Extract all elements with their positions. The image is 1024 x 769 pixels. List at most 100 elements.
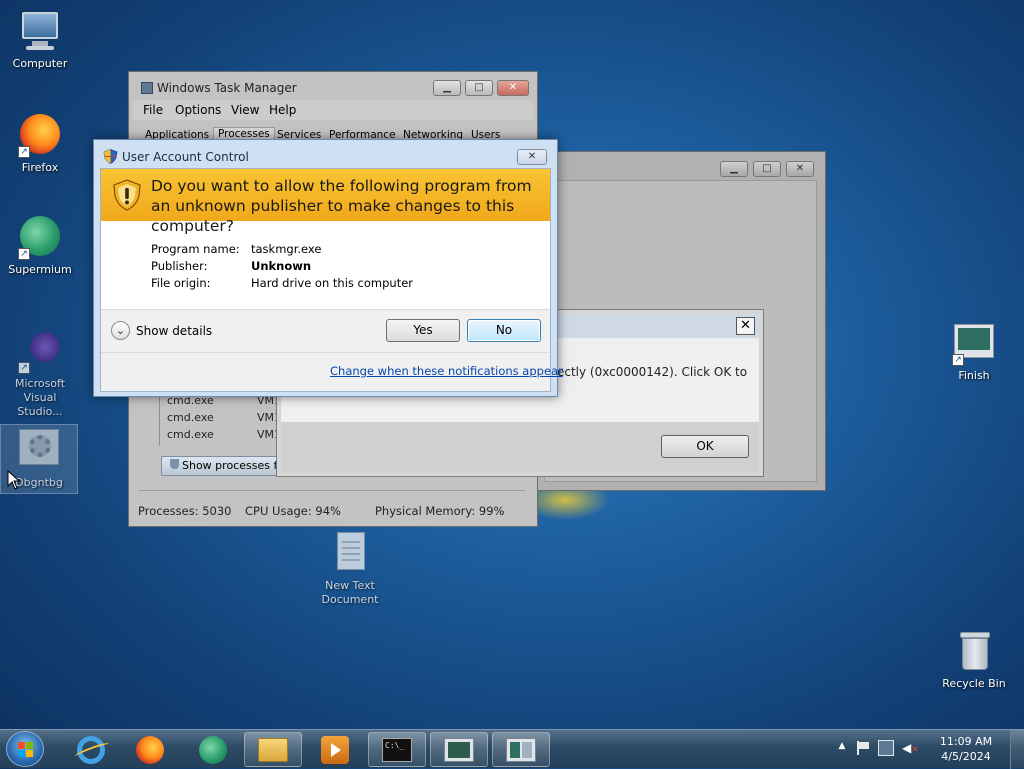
- action-center-flag-icon[interactable]: [856, 741, 870, 755]
- maximize-button[interactable]: □: [465, 80, 493, 96]
- warning-shield-icon: [112, 179, 142, 211]
- show-details-toggle[interactable]: ⌄ Show details: [111, 321, 221, 341]
- menu-view[interactable]: View: [231, 103, 259, 117]
- menu-help[interactable]: Help: [269, 103, 296, 117]
- uac-question: Do you want to allow the following progr…: [151, 177, 532, 235]
- desktop-icon-visual-studio[interactable]: ↗ Microsoft Visual Studio...: [0, 330, 80, 419]
- uac-footer: ⌄ Show details Yes No Change when these …: [101, 309, 563, 391]
- show-desktop-button[interactable]: [1010, 730, 1024, 769]
- minimize-button[interactable]: ▁: [720, 161, 748, 177]
- yes-button[interactable]: Yes: [386, 319, 460, 342]
- taskbar-command-prompt[interactable]: C:\_: [368, 732, 426, 767]
- show-details-label: Show details: [136, 324, 213, 338]
- menu-bar: File Options View Help: [133, 100, 533, 120]
- uac-content: Do you want to allow the following progr…: [100, 168, 563, 392]
- volume-muted-icon[interactable]: ◀✕: [902, 741, 919, 755]
- recycle-bin-icon: [952, 630, 996, 674]
- close-button[interactable]: ✕: [786, 161, 814, 177]
- windows-logo-icon: [18, 742, 34, 757]
- status-bar: Processes: 5030 CPU Usage: 94% Physical …: [129, 500, 537, 526]
- no-button[interactable]: No: [467, 319, 541, 342]
- system-tray: ▲ ◀✕ 11:09 AM 4/5/2024: [834, 730, 1024, 769]
- clock[interactable]: 11:09 AM 4/5/2024: [934, 734, 998, 764]
- mouse-cursor: [7, 469, 21, 490]
- desktop-icon-label: Recycle Bin: [942, 677, 1006, 690]
- menu-options[interactable]: Options: [175, 103, 221, 117]
- supermium-icon: [199, 735, 227, 764]
- shortcut-arrow-icon: ↗: [952, 354, 964, 366]
- taskbar-internet-explorer[interactable]: [62, 732, 120, 767]
- window-title: Windows Task Manager: [157, 81, 297, 95]
- list-border: [159, 392, 160, 446]
- process-image-name: cmd.exe: [167, 411, 214, 424]
- visual-studio-icon: ↗: [18, 330, 62, 374]
- uac-warning-banner: Do you want to allow the following progr…: [101, 169, 550, 235]
- folder-icon: [258, 737, 288, 762]
- taskbar-firefox[interactable]: [121, 732, 179, 767]
- uac-title: User Account Control: [122, 150, 249, 164]
- field-label-file-origin: File origin:: [151, 276, 211, 290]
- finish-icon: [506, 737, 536, 762]
- taskbar-media-player[interactable]: [306, 732, 364, 767]
- show-processes-button[interactable]: Show processes fro: [161, 456, 279, 476]
- close-button[interactable]: ✕: [497, 80, 529, 96]
- task-manager-icon: [444, 737, 474, 762]
- shield-icon: [170, 459, 179, 469]
- minimize-button[interactable]: ▁: [433, 80, 461, 96]
- menu-file[interactable]: File: [143, 103, 163, 117]
- internet-explorer-icon: [74, 735, 110, 764]
- desktop-icon-label: Finish: [958, 369, 990, 382]
- start-button[interactable]: [6, 731, 44, 767]
- desktop-icon-label: Microsoft Visual Studio...: [14, 377, 66, 418]
- desktop-icon-new-text-document[interactable]: New Text Document: [310, 532, 390, 607]
- computer-icon: [18, 10, 62, 54]
- supermium-icon: ↗: [18, 216, 62, 260]
- field-label-publisher: Publisher:: [151, 259, 208, 273]
- desktop-icon-supermium[interactable]: ↗ Supermium: [0, 216, 80, 277]
- uac-shield-icon: [103, 149, 118, 164]
- desktop-icon-firefox[interactable]: ↗ Firefox: [0, 114, 80, 175]
- desktop-icon-label: Firefox: [21, 161, 59, 174]
- chevron-down-icon: ⌄: [111, 321, 130, 340]
- firefox-icon: [136, 735, 164, 764]
- show-processes-label: Show processes fro: [182, 459, 279, 472]
- text-document-icon: [328, 532, 372, 576]
- desktop-icon-label: New Text Document: [321, 579, 379, 606]
- process-image-name: cmd.exe: [167, 428, 214, 441]
- taskbar-finish[interactable]: [492, 732, 550, 767]
- groupbox-line: [139, 490, 525, 491]
- firefox-icon: ↗: [18, 114, 62, 158]
- desktop-icon-recycle-bin[interactable]: Recycle Bin: [934, 630, 1014, 691]
- status-memory: Physical Memory: 99%: [375, 504, 505, 518]
- desktop-icon-finish[interactable]: ↗ Finish: [934, 322, 1014, 383]
- process-list: cmd.exe VM1 cmd.exe VM1 cmd.exe VM1: [159, 394, 289, 448]
- field-label-program-name: Program name:: [151, 242, 240, 256]
- gear-icon: [17, 429, 61, 473]
- shortcut-arrow-icon: ↗: [18, 248, 30, 260]
- field-value-program-name: taskmgr.exe: [251, 242, 322, 256]
- clock-date: 4/5/2024: [941, 750, 991, 763]
- network-icon[interactable]: [878, 740, 894, 756]
- taskbar-file-explorer[interactable]: [244, 732, 302, 767]
- taskbar-supermium[interactable]: [184, 732, 242, 767]
- show-hidden-icons-button[interactable]: ▲: [836, 741, 848, 755]
- shortcut-arrow-icon: ↗: [18, 146, 30, 158]
- task-manager-icon: [141, 82, 153, 94]
- status-processes: Processes: 5030: [138, 504, 232, 518]
- taskbar-task-manager[interactable]: [430, 732, 488, 767]
- desktop-icon-label: Computer: [12, 57, 68, 70]
- maximize-button[interactable]: □: [753, 161, 781, 177]
- uac-close-button[interactable]: ✕: [517, 149, 547, 165]
- shortcut-arrow-icon: ↗: [18, 362, 30, 374]
- desktop-icon-computer[interactable]: Computer: [0, 10, 80, 71]
- field-value-publisher: Unknown: [251, 259, 312, 273]
- command-prompt-icon: C:\_: [382, 737, 412, 762]
- taskbar: C:\_ ▲ ◀✕ 11:09 AM 4/5/2024: [0, 729, 1024, 769]
- media-player-icon: [321, 735, 349, 764]
- ok-button[interactable]: OK: [661, 435, 749, 458]
- clock-time: 11:09 AM: [939, 735, 993, 748]
- field-value-file-origin: Hard drive on this computer: [251, 276, 414, 290]
- finish-icon: ↗: [952, 322, 996, 366]
- change-notifications-link[interactable]: Change when these notifications appear: [330, 364, 563, 378]
- error-dialog-close-button[interactable]: ✕: [736, 317, 755, 335]
